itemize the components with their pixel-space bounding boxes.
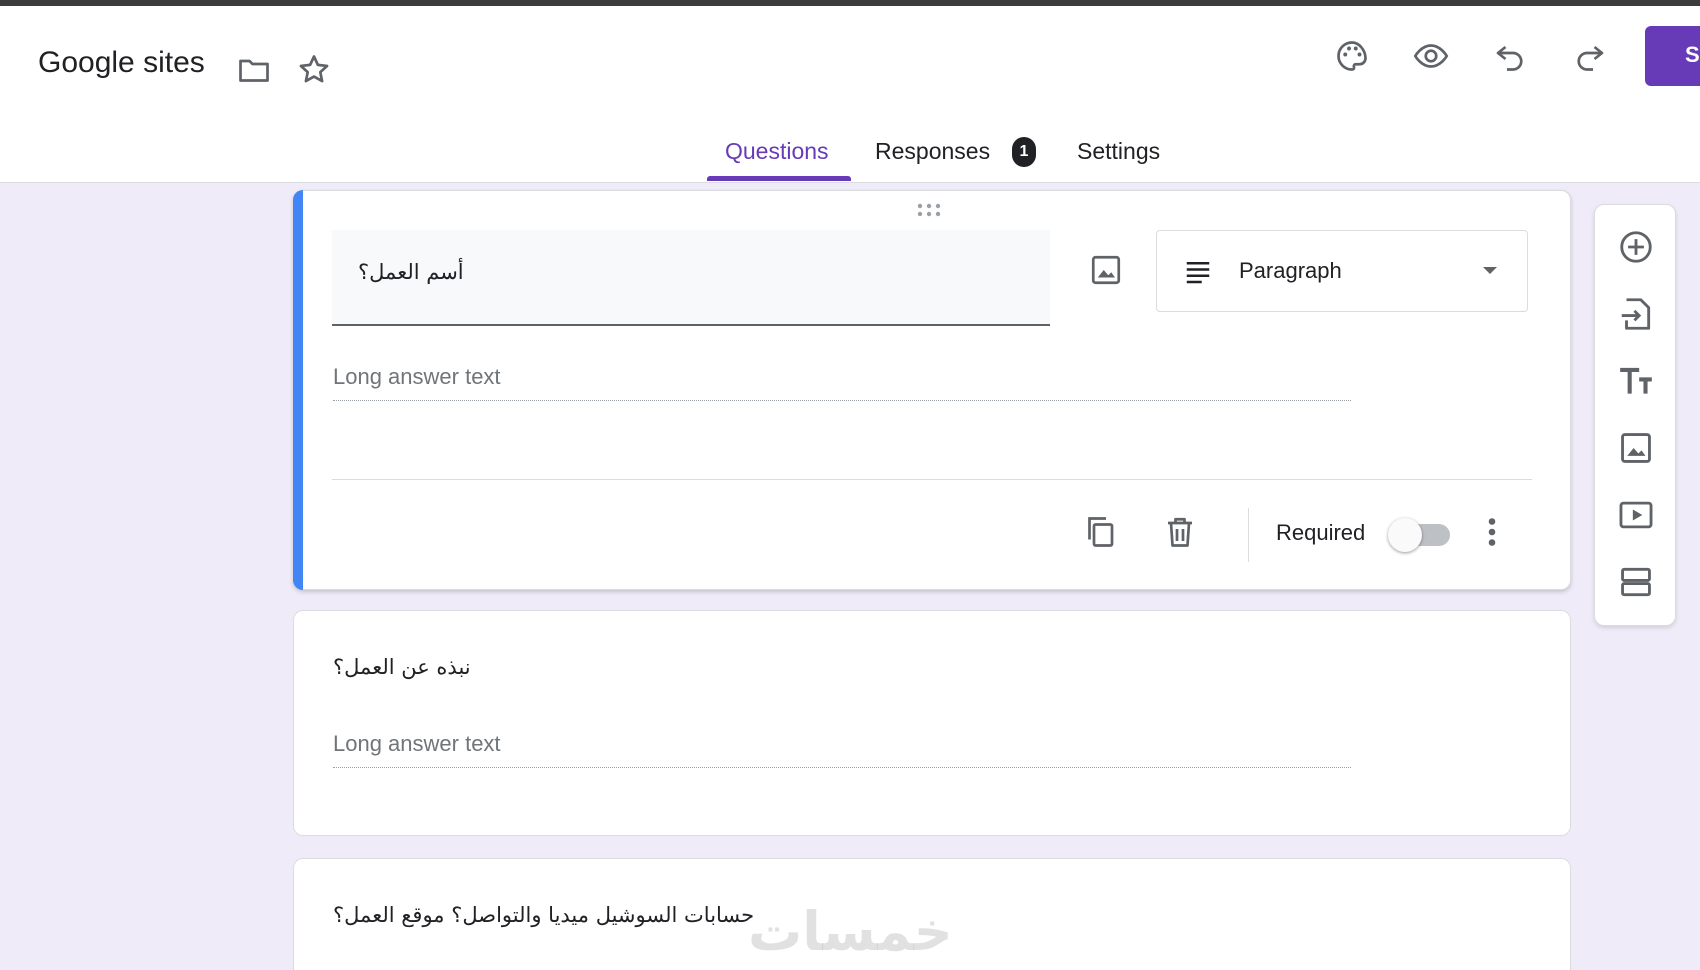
required-toggle-thumb[interactable]	[1388, 518, 1422, 552]
footer-vertical-divider	[1248, 508, 1249, 562]
paragraph-icon	[1186, 262, 1210, 284]
redo-icon[interactable]	[1570, 36, 1610, 76]
add-video-icon[interactable]	[1614, 493, 1658, 537]
long-answer-placeholder: Long answer text	[333, 731, 501, 756]
tab-responses[interactable]: Responses	[875, 138, 990, 195]
question-title-text: نبذه عن العمل؟	[333, 655, 471, 679]
more-options-icon[interactable]	[1472, 512, 1512, 552]
question-title-text: أسم العمل؟	[358, 260, 464, 284]
send-button[interactable]: Send	[1645, 26, 1700, 86]
active-tab-indicator	[707, 176, 851, 181]
folder-icon[interactable]	[234, 50, 274, 90]
delete-icon[interactable]	[1160, 512, 1200, 552]
question-title-text: حسابات السوشيل ميديا والتواصل؟ موقع العم…	[333, 903, 755, 927]
question-card[interactable]	[293, 610, 1571, 836]
dropdown-arrow-icon	[1483, 267, 1497, 274]
drag-handle-icon[interactable]	[916, 202, 946, 218]
active-card-accent-bar	[293, 190, 303, 590]
question-type-label: Paragraph	[1239, 258, 1342, 283]
eye-icon[interactable]	[1411, 36, 1451, 76]
star-icon[interactable]	[294, 50, 334, 90]
responses-count-badge: 1	[1012, 137, 1036, 167]
form-header: Google sites Send	[0, 6, 1700, 183]
question-type-dropdown[interactable]: Paragraph	[1156, 230, 1528, 312]
add-title-icon[interactable]	[1614, 359, 1658, 403]
watermark-logo: خمسات	[748, 900, 953, 963]
form-title[interactable]: Google sites	[38, 46, 205, 80]
undo-icon[interactable]	[1490, 36, 1530, 76]
required-label: Required	[1276, 520, 1366, 545]
add-image-icon[interactable]	[1614, 426, 1658, 470]
duplicate-icon[interactable]	[1080, 512, 1120, 552]
import-questions-icon[interactable]	[1614, 292, 1658, 336]
add-image-to-question-icon[interactable]	[1086, 250, 1126, 290]
add-question-icon[interactable]	[1614, 225, 1658, 269]
long-answer-placeholder: Long answer text	[333, 364, 501, 389]
tab-questions[interactable]: Questions	[725, 138, 829, 195]
question-title-input[interactable]: أسم العمل؟	[332, 230, 1050, 326]
card-footer-divider	[332, 479, 1532, 480]
add-section-icon[interactable]	[1614, 560, 1658, 604]
tab-settings[interactable]: Settings	[1077, 138, 1160, 195]
answer-underline	[333, 400, 1351, 401]
question-toolbar	[1594, 204, 1676, 626]
answer-underline	[333, 767, 1351, 768]
palette-icon[interactable]	[1332, 36, 1372, 76]
